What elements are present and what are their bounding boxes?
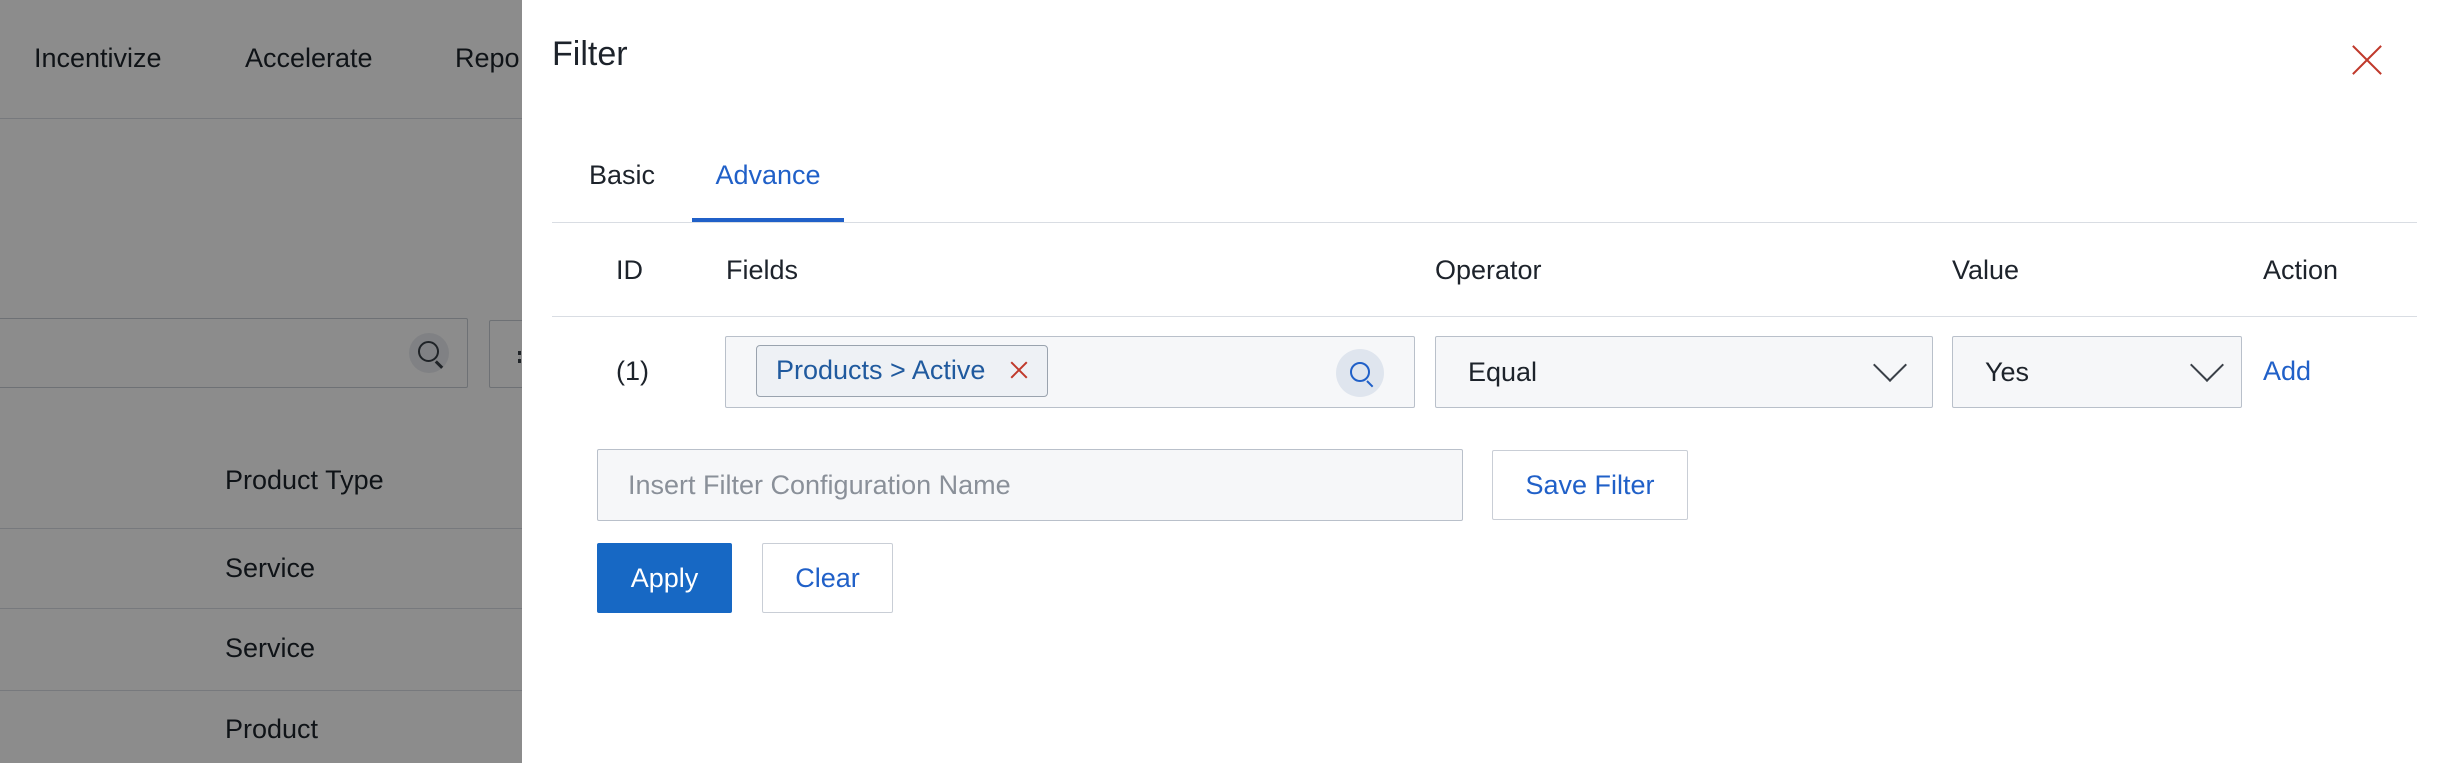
operator-select[interactable]: Equal [1435, 336, 1933, 408]
close-icon[interactable] [2347, 40, 2387, 80]
modal-overlay[interactable] [0, 0, 522, 763]
value-selected-value: Yes [1985, 357, 2030, 387]
clear-button[interactable]: Clear [762, 543, 893, 613]
column-header-id: ID [616, 255, 643, 285]
column-header-fields: Fields [726, 255, 799, 285]
column-header-value: Value [1952, 255, 2020, 285]
filter-name-input[interactable] [597, 449, 1463, 521]
add-row-link[interactable]: Add [2263, 356, 2311, 387]
search-icon[interactable] [1336, 349, 1384, 397]
drawer-title: Filter [552, 35, 628, 73]
chevron-down-icon [2190, 348, 2224, 382]
apply-button[interactable]: Apply [597, 543, 732, 613]
value-select[interactable]: Yes [1952, 336, 2242, 408]
filter-row-id: (1) [616, 356, 649, 386]
field-chip: Products > Active [756, 345, 1049, 397]
remove-chip-icon[interactable] [1008, 359, 1030, 381]
field-chip-label: Products > Active [776, 355, 986, 385]
fields-input[interactable]: Products > Active [725, 336, 1415, 408]
chevron-down-icon [1873, 348, 1907, 382]
header-divider [552, 316, 2417, 317]
filter-tabs: Basic Advance [552, 140, 2417, 223]
tab-advance[interactable]: Advance [692, 140, 844, 222]
column-header-action: Action [2263, 255, 2339, 285]
column-header-operator: Operator [1435, 255, 1542, 285]
filter-drawer: Filter Basic Advance ID Fields Operator … [522, 0, 2442, 763]
save-filter-button[interactable]: Save Filter [1492, 450, 1688, 520]
operator-selected-value: Equal [1468, 357, 1538, 387]
tab-basic[interactable]: Basic [552, 140, 692, 222]
